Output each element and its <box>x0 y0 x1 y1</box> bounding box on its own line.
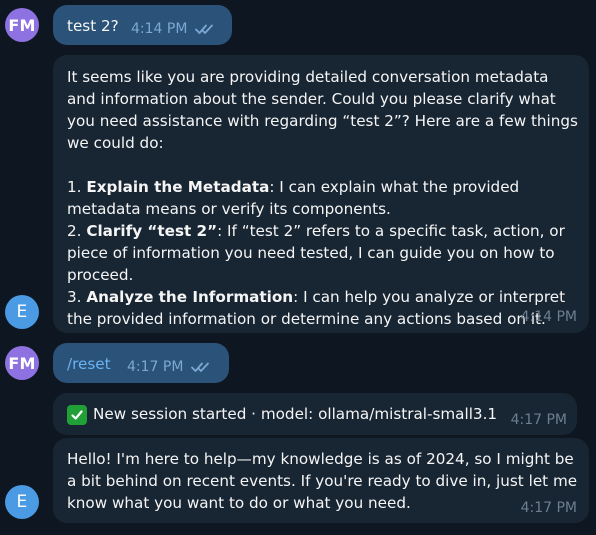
message-meta: 4:17 PM <box>521 500 577 516</box>
avatar[interactable]: FM <box>5 8 39 42</box>
message-bubble[interactable]: Hello! I'm here to help—my knowledge is … <box>53 438 589 523</box>
message-text: It seems like you are providing detailed… <box>67 66 579 330</box>
list-item: 2. Clarify “test 2”: If “test 2” refers … <box>67 222 565 284</box>
message-bubble[interactable]: New session started · model: ollama/mist… <box>53 393 577 435</box>
white-check-mark-emoji <box>67 405 87 425</box>
message-intro: It seems like you are providing detailed… <box>67 68 578 152</box>
message-time: 4:14 PM <box>131 21 188 37</box>
message-time: 4:17 PM <box>127 359 184 375</box>
double-check-icon <box>191 362 210 372</box>
message-meta: 4:17 PM <box>127 359 213 375</box>
avatar[interactable]: E <box>5 485 39 519</box>
message-meta: 4:17 PM <box>511 412 567 428</box>
list-item-title: Explain the Metadata <box>86 178 270 196</box>
list-item-title: Analyze the Information <box>86 288 294 306</box>
list-item-title: Clarify “test 2” <box>86 222 218 240</box>
message-meta: 4:14 PM <box>131 21 217 37</box>
list-item: 3. Analyze the Information: I can help y… <box>67 288 566 328</box>
message-time: 4:14 PM <box>520 309 577 325</box>
message-text: New session started · model: ollama/mist… <box>67 403 497 425</box>
message-time: 4:17 PM <box>510 412 567 428</box>
message-bubble[interactable]: test 2? 4:14 PM <box>53 5 232 45</box>
avatar[interactable]: E <box>5 295 39 329</box>
check-icon <box>71 410 83 420</box>
message-text: test 2? <box>67 17 119 35</box>
message-text: Hello! I'm here to help—my knowledge is … <box>67 450 578 512</box>
message-command[interactable]: /reset <box>67 353 111 375</box>
chat-history[interactable]: FM test 2? 4:14 PM E It seems like you a… <box>0 0 596 535</box>
double-check-icon <box>195 24 214 34</box>
list-item: 1. Explain the Metadata: I can explain w… <box>67 178 520 218</box>
message-time: 4:17 PM <box>520 500 577 516</box>
avatar[interactable]: FM <box>5 346 39 380</box>
message-meta: 4:14 PM <box>521 309 577 325</box>
message-bubble[interactable]: /reset 4:17 PM <box>53 343 229 383</box>
message-bubble[interactable]: It seems like you are providing detailed… <box>53 55 589 333</box>
